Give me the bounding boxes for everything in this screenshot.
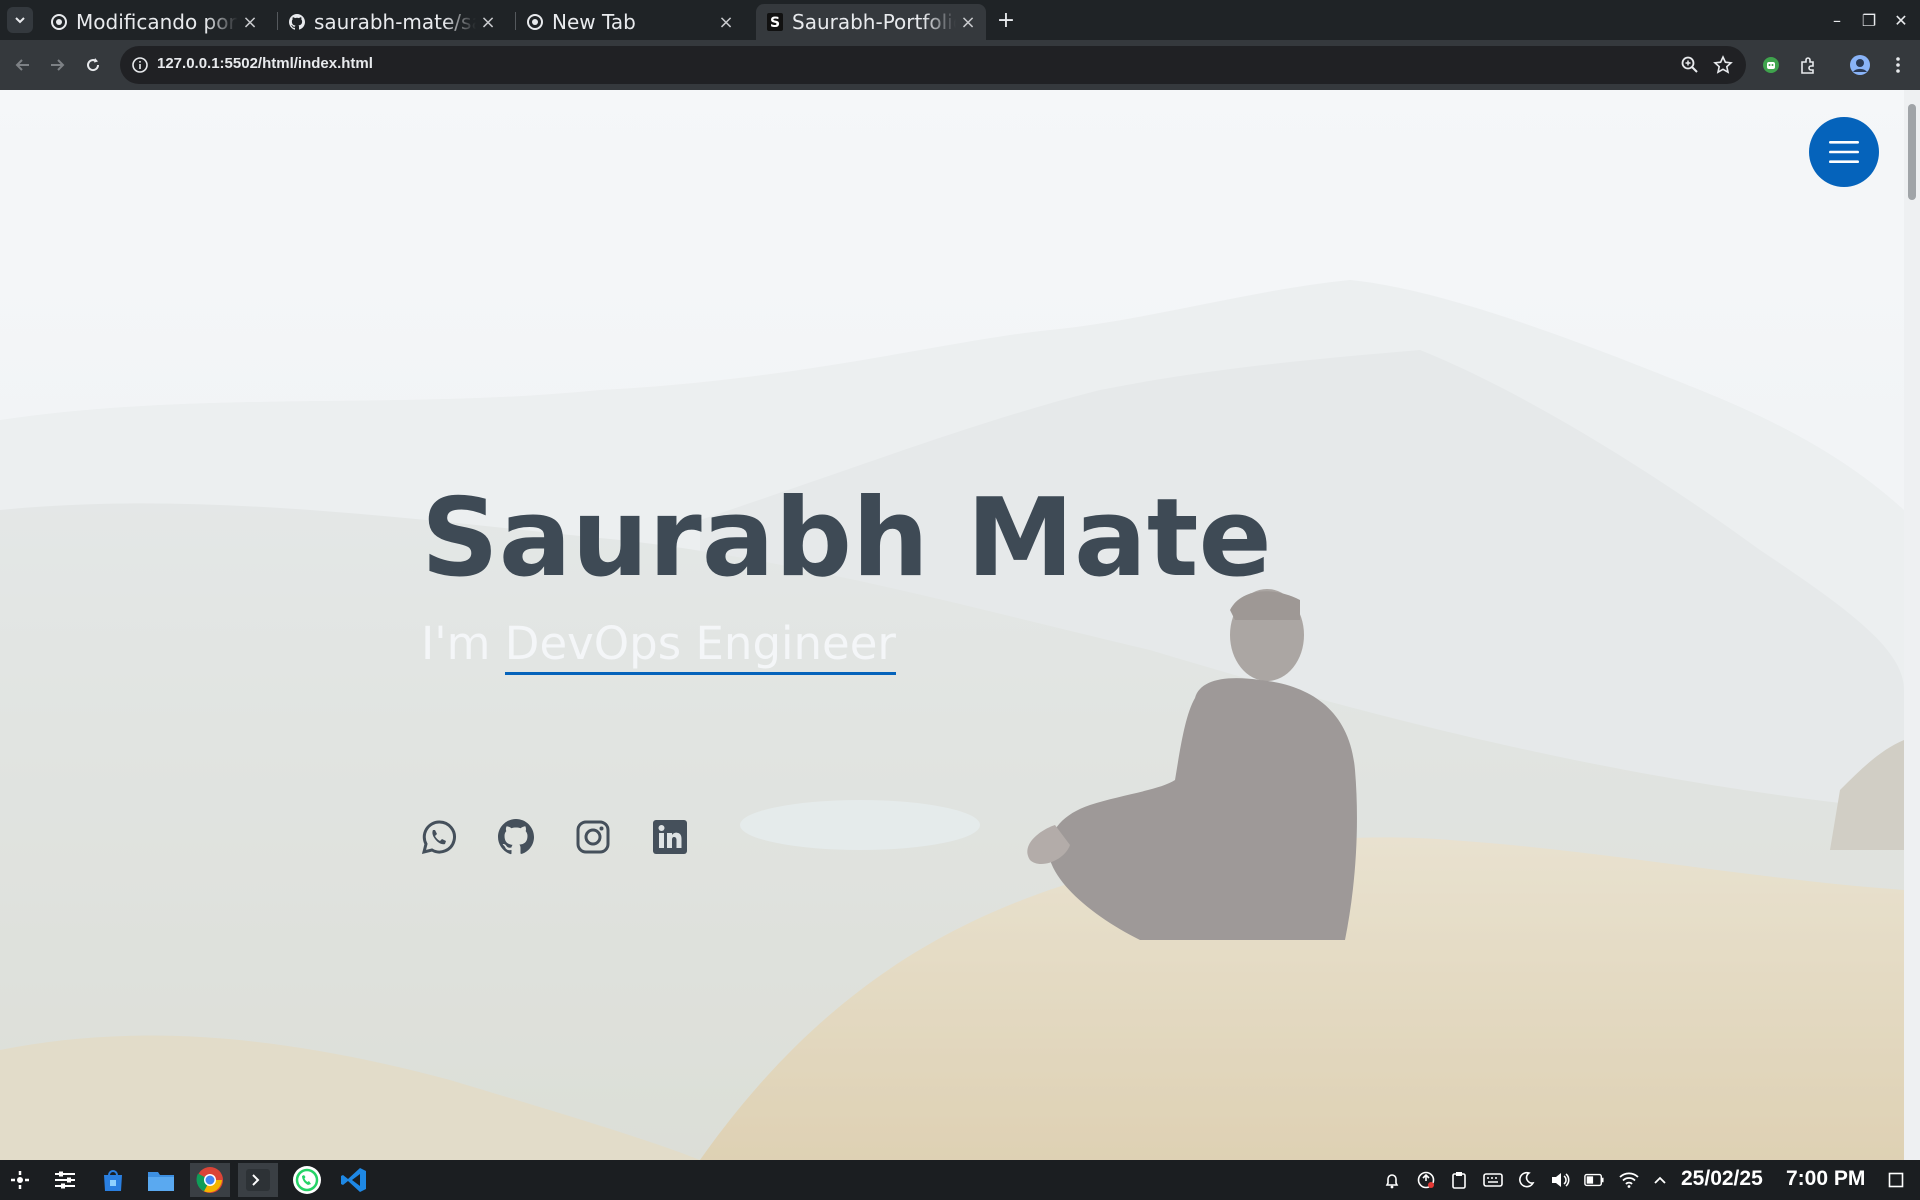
bookmark-star-icon[interactable]	[1713, 55, 1733, 75]
tab-modificando[interactable]: Modificando portfolio ×	[40, 4, 268, 40]
minimize-button[interactable]: –	[1823, 6, 1851, 34]
page-scrollbar[interactable]	[1904, 90, 1920, 1160]
zoom-icon[interactable]	[1680, 55, 1700, 75]
tab-title: New Tab	[552, 10, 636, 34]
back-button[interactable]	[8, 50, 38, 80]
url-text[interactable]: 127.0.0.1:5502/html/index.html	[157, 55, 373, 72]
tab-title: saurabh-mate/saurabh-mate	[314, 10, 476, 34]
chevron-up-icon[interactable]	[1650, 1170, 1670, 1190]
github-icon[interactable]	[498, 819, 534, 855]
puzzle-extensions-icon[interactable]	[1796, 53, 1820, 77]
whatsapp-icon[interactable]	[287, 1163, 327, 1197]
profile-avatar-icon[interactable]	[1848, 53, 1872, 77]
tab-new-tab[interactable]: New Tab ×	[516, 4, 744, 40]
close-icon[interactable]: ×	[476, 12, 500, 33]
s-letter-icon: S	[766, 13, 784, 31]
battery-icon[interactable]	[1584, 1170, 1604, 1190]
close-icon[interactable]: ×	[238, 12, 262, 33]
notifications-icon[interactable]	[1886, 1170, 1906, 1190]
close-icon[interactable]: ×	[956, 12, 980, 33]
launcher-icon[interactable]	[0, 1163, 40, 1197]
whatsapp-icon[interactable]	[421, 819, 457, 855]
system-taskbar: 25/02/25 7:00 PM	[0, 1160, 1920, 1200]
social-links	[421, 819, 688, 855]
hero-name-heading: Saurabh Mate	[421, 476, 1272, 601]
github-icon	[288, 13, 306, 31]
close-icon[interactable]: ×	[714, 12, 738, 33]
store-icon[interactable]	[93, 1163, 133, 1197]
new-tab-button[interactable]: +	[992, 6, 1020, 34]
alarm-icon[interactable]	[1382, 1170, 1402, 1190]
taskbar-date[interactable]: 25/02/25	[1681, 1167, 1763, 1191]
hero-subtitle: I'm DevOps Engineer	[421, 617, 896, 675]
subtitle-prefix: I'm	[421, 617, 491, 670]
forward-button[interactable]	[42, 50, 72, 80]
browser-tab-strip: Modificando portfolio × saurabh-mate/sau…	[0, 0, 1920, 40]
restore-button[interactable]: ❐	[1855, 6, 1883, 34]
volume-icon[interactable]	[1550, 1170, 1570, 1190]
chrome-icon[interactable]	[190, 1163, 230, 1197]
terminal-icon[interactable]	[238, 1163, 278, 1197]
vscode-icon[interactable]	[334, 1163, 374, 1197]
files-icon[interactable]	[141, 1163, 181, 1197]
keyboard-icon[interactable]	[1483, 1170, 1503, 1190]
linkedin-icon[interactable]	[652, 819, 688, 855]
tab-github[interactable]: saurabh-mate/saurabh-mate ×	[278, 4, 506, 40]
hamburger-menu-icon	[1829, 141, 1859, 163]
taskbar-time[interactable]: 7:00 PM	[1786, 1167, 1865, 1191]
mobile-nav-toggle-button[interactable]	[1809, 117, 1879, 187]
clipboard-icon[interactable]	[1449, 1170, 1469, 1190]
wifi-icon[interactable]	[1619, 1170, 1639, 1190]
extension-icon[interactable]	[1759, 53, 1783, 77]
arrow-right-icon	[51, 59, 65, 71]
settings-panel-icon[interactable]	[45, 1163, 85, 1197]
scrollbar-thumb[interactable]	[1908, 104, 1916, 200]
hero-background-image	[0, 90, 1904, 1160]
typed-role-text: DevOps Engineer	[504, 617, 896, 675]
arrow-left-icon	[15, 59, 29, 71]
chevron-down-icon	[15, 17, 25, 24]
hero-text-block: Saurabh Mate I'm DevOps Engineer	[421, 476, 1272, 675]
tab-saurabh-portfolio[interactable]: S Saurabh-Portfolio ×	[756, 4, 986, 40]
chrome-icon	[526, 13, 544, 31]
instagram-icon[interactable]	[575, 819, 611, 855]
tab-title: Saurabh-Portfolio	[792, 10, 956, 34]
reload-button[interactable]	[78, 50, 108, 80]
close-window-button[interactable]: ✕	[1887, 6, 1915, 34]
address-bar[interactable]: 127.0.0.1:5502/html/index.html	[120, 46, 1746, 84]
svg-text:S: S	[770, 15, 780, 31]
chrome-icon	[50, 13, 68, 31]
update-icon[interactable]	[1416, 1170, 1436, 1190]
page-viewport: Saurabh Mate I'm DevOps Engineer	[0, 90, 1904, 1160]
reload-icon	[87, 58, 100, 72]
info-icon[interactable]	[130, 55, 150, 75]
browser-toolbar: 127.0.0.1:5502/html/index.html	[0, 40, 1920, 90]
night-light-icon[interactable]	[1516, 1170, 1536, 1190]
more-menu-icon[interactable]	[1886, 53, 1910, 77]
tab-search-button[interactable]	[7, 7, 33, 33]
tab-title: Modificando portfolio	[76, 10, 238, 34]
